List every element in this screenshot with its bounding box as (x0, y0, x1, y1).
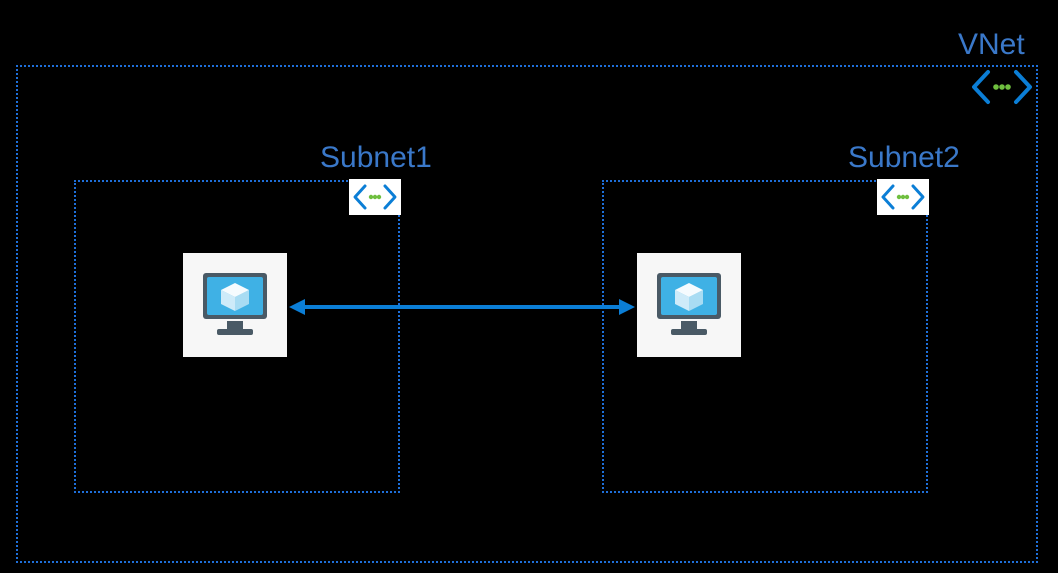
subnet2-icon (877, 179, 929, 215)
vnet-icon (968, 66, 1036, 108)
subnet2-label: Subnet2 (848, 141, 960, 175)
vm1-icon (183, 253, 287, 357)
connection-arrow (289, 297, 635, 317)
vm2-icon (637, 253, 741, 357)
subnet1-icon (349, 179, 401, 215)
vnet-label: VNet (958, 28, 1025, 62)
subnet1-label: Subnet1 (320, 141, 432, 175)
diagram-canvas: VNet Subnet1 Subnet2 (0, 0, 1058, 573)
